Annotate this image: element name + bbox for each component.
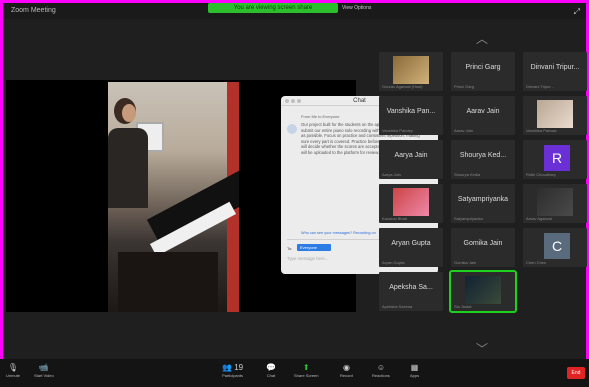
- participant-tile[interactable]: Aarav Jain Aarav Jain: [451, 96, 515, 135]
- participant-video: [537, 100, 573, 128]
- chat-recipient-dropdown[interactable]: Everyone: [297, 244, 331, 251]
- record-icon: ◉: [342, 363, 350, 372]
- participant-label: Princi Garg: [454, 84, 475, 89]
- participant-name: Princi Garg: [465, 64, 501, 71]
- participant-label: Vanshika Pandey: [382, 128, 413, 133]
- participant-label: Sia Jindal: [454, 304, 472, 309]
- window-controls[interactable]: [285, 99, 301, 103]
- participant-tile[interactable]: Kaushal Bhatt: [379, 184, 443, 223]
- screen-share-banner[interactable]: You are viewing screen share: [208, 3, 338, 13]
- participant-label: Ridhi Choudhary: [526, 172, 556, 177]
- participant-tile[interactable]: Vanshika Panwar: [523, 96, 587, 135]
- participant-name: Aryan Gupta: [391, 240, 431, 247]
- participants-icon: 👥 19: [222, 363, 244, 372]
- participant-name: Aarya Jain: [394, 152, 428, 159]
- meeting-toolbar: 🎙 Unmute 📹 Start Video 👥 19 Participants…: [0, 359, 589, 387]
- apps-button[interactable]: ▦ Apps: [410, 363, 419, 378]
- participant-tile[interactable]: R Ridhi Choudhary: [523, 140, 587, 179]
- video-off-icon: 📹: [38, 363, 49, 372]
- share-screen-button[interactable]: ⬆ Share Screen: [294, 363, 318, 378]
- participant-tile[interactable]: Satyampriyanka Satyampriyanka: [451, 184, 515, 223]
- participant-tile[interactable]: Aryan Gupta Aryan Gupta: [379, 228, 443, 267]
- participant-video: [393, 188, 429, 216]
- end-meeting-button[interactable]: End: [567, 367, 585, 379]
- participant-label: Arnav Agarwal: [526, 216, 552, 221]
- unmute-button[interactable]: 🎙 Unmute: [6, 363, 20, 378]
- chat-button[interactable]: 💬 Chat: [266, 363, 276, 378]
- participant-tile[interactable]: Princi Garg Princi Garg: [451, 52, 515, 91]
- chat-sender: From Me to Everyone: [301, 114, 340, 119]
- record-button[interactable]: ◉ Record: [340, 363, 353, 378]
- participant-video: [465, 276, 501, 304]
- participant-tile[interactable]: Dinvani Tripur... Dinvani Tripur...: [523, 52, 587, 91]
- participant-label: Aarav Jain: [454, 128, 473, 133]
- mic-off-icon: 🎙: [7, 363, 19, 372]
- fullscreen-icon[interactable]: ⤢: [574, 7, 580, 17]
- participant-label: Kaushal Bhatt: [382, 216, 407, 221]
- participant-label: Shourya Kedia: [454, 172, 481, 177]
- apps-icon: ▦: [410, 363, 419, 372]
- participant-avatar: R: [544, 145, 570, 171]
- participant-name: Apeksha Sa...: [389, 284, 433, 291]
- participant-name: Gomika Jain: [463, 240, 503, 247]
- share-screen-icon: ⬆: [302, 363, 310, 372]
- participant-tile[interactable]: Vanshika Pan... Vanshika Pandey: [379, 96, 443, 135]
- shared-video: [108, 82, 239, 312]
- participant-tile[interactable]: Arnav Agarwal: [523, 184, 587, 223]
- chat-note: Who can see your messages? Recording on: [301, 231, 376, 235]
- participant-tile[interactable]: Gomika Jain Gomika Jain: [451, 228, 515, 267]
- meeting-title: Zoom Meeting: [11, 7, 56, 14]
- scroll-down-icon[interactable]: ﹀: [476, 340, 488, 357]
- participant-tile[interactable]: Apeksha Sa... Apeksha Saxena: [379, 272, 443, 311]
- chat-icon: 💬: [266, 363, 276, 372]
- participant-label: Apeksha Saxena: [382, 304, 413, 309]
- pianist-body: [108, 128, 148, 208]
- participant-tile[interactable]: Shourya Ked... Shourya Kedia: [451, 140, 515, 179]
- view-options-button[interactable]: View Options: [342, 5, 371, 11]
- participant-video: [537, 188, 573, 216]
- scroll-up-icon[interactable]: ︿: [476, 30, 488, 47]
- participants-button[interactable]: 👥 19 Participants: [222, 363, 243, 378]
- participant-label: Aarya Jain: [382, 172, 401, 177]
- stool: [118, 252, 218, 312]
- participant-label: Gomika Jain: [454, 260, 477, 265]
- participant-name: Shourya Ked...: [459, 152, 507, 159]
- reactions-icon: ☺: [376, 363, 385, 372]
- participant-label: Aryan Gupta: [382, 260, 405, 265]
- participant-video: [393, 56, 429, 84]
- participant-label: Satyampriyanka: [454, 216, 483, 221]
- participant-name: Aarav Jain: [466, 108, 500, 115]
- participant-avatar: C: [544, 233, 570, 259]
- participant-label: Chen Chen: [526, 260, 547, 265]
- participant-name: Satyampriyanka: [457, 196, 509, 203]
- participant-tile[interactable]: Gourav Agarwal (Host): [379, 52, 443, 91]
- participant-tile[interactable]: Sia Jindal: [449, 270, 517, 313]
- participant-label: Gourav Agarwal (Host): [382, 84, 423, 89]
- participant-name: Vanshika Pan...: [386, 108, 436, 115]
- pianist-face: [122, 104, 136, 122]
- start-video-button[interactable]: 📹 Start Video: [34, 363, 54, 378]
- participant-tile[interactable]: C Chen Chen: [523, 228, 587, 267]
- sender-avatar: [287, 124, 297, 134]
- participant-label: Dinvani Tripur...: [526, 84, 554, 89]
- participant-label: Vanshika Panwar: [526, 128, 557, 133]
- reactions-button[interactable]: ☺ Reactions: [372, 363, 390, 378]
- chat-to-label: To:: [287, 246, 293, 251]
- participant-tile[interactable]: Aarya Jain Aarya Jain: [379, 140, 443, 179]
- chat-input[interactable]: Type message here...: [287, 256, 328, 261]
- participant-name: Dinvani Tripur...: [530, 64, 580, 71]
